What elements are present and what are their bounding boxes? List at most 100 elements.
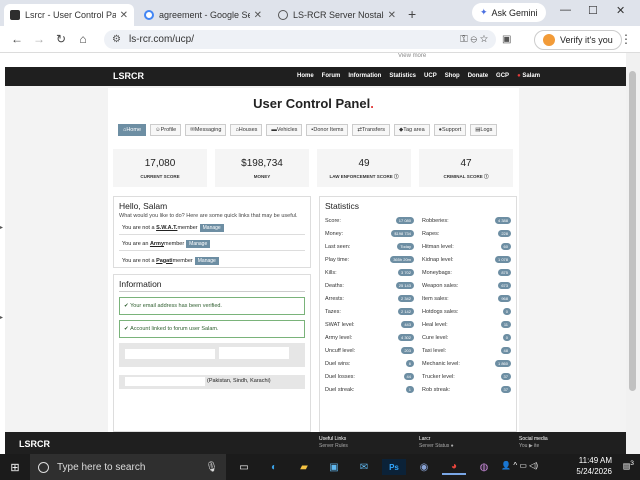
tab-donor-items[interactable]: ▪ Donor Items [306, 124, 349, 136]
minimize-button[interactable]: — [560, 4, 571, 16]
tab-label: Donor Items [313, 127, 344, 133]
scrollbar[interactable] [626, 53, 640, 454]
close-tab-icon[interactable]: ✕ [120, 10, 128, 21]
nav-ucp[interactable]: UCP [424, 73, 437, 79]
bookmark-star-icon[interactable]: ⚿ ⊖ ☆ [460, 34, 488, 45]
tab-nostalgia[interactable]: LS-RCR Server Nostalgia ✕ [272, 4, 402, 26]
reload-icon[interactable]: ↻ [50, 32, 72, 46]
tray-icons[interactable]: 👤 ^ ▭ ◁) [501, 461, 538, 470]
nav-shop[interactable]: Shop [445, 73, 460, 79]
reading-list-icon[interactable]: ▣ [502, 34, 511, 45]
photoshop-icon[interactable]: Ps [382, 459, 406, 475]
stat-key: Hitman level: [422, 243, 454, 250]
tab-logs[interactable]: ▤ Logs [470, 124, 498, 136]
group-name[interactable]: S.W.A.T. [156, 225, 177, 231]
close-tab-icon[interactable]: ✕ [254, 10, 262, 21]
nav-user[interactable]: ● Salam [517, 73, 540, 79]
clock-date[interactable]: 5/24/2026 [576, 467, 612, 476]
tab-vehicles[interactable]: ▬ Vehicles [266, 124, 303, 136]
footer-server-status[interactable]: Server Status ● [419, 443, 454, 449]
nav-home[interactable]: Home [297, 73, 314, 79]
group-name[interactable]: Pagati [156, 258, 173, 264]
nav-gcp[interactable]: GCP [496, 73, 509, 79]
menu-icon[interactable]: ⋮ [620, 32, 632, 46]
stat-row: Cure level: 0 [422, 331, 511, 344]
footer-server-rules[interactable]: Server Rules [319, 443, 348, 449]
ask-gemini-button[interactable]: ✦ Ask Gemini [472, 3, 546, 22]
taskbar-search[interactable]: Type here to search 🎙 [30, 454, 226, 480]
manage-army-button[interactable]: Manage [186, 240, 211, 248]
stat-label: MONEY [253, 174, 271, 179]
stat-pill: 2 142 [397, 308, 414, 315]
scrollbar-thumb[interactable] [629, 71, 636, 391]
alert-text: Your email address has been verified. [130, 303, 222, 309]
site-info-icon[interactable]: ⚙ [112, 34, 121, 45]
mail-icon[interactable]: ✉ [352, 459, 376, 475]
tab-transfers[interactable]: ⇄ Transfers [352, 124, 390, 136]
stat-value: 47 [460, 158, 472, 169]
stat-key: Moneybags: [422, 269, 452, 276]
email-verified-alert: ✔ Your email address has been verified. [119, 297, 305, 315]
stat-row: Score: 17 080 [325, 214, 414, 227]
stat-pill: 0 [502, 308, 511, 315]
manage-pagati-button[interactable]: Manage [194, 256, 219, 265]
url-bar[interactable]: ⚙ ls-rcr.com/ucp/ ⚿ ⊖ ☆ [104, 30, 496, 49]
hello-title: Hello, Salam [119, 201, 168, 211]
row-post: member [164, 241, 185, 247]
stat-pill: 0 [502, 334, 511, 341]
page-viewport: ▸ ▸ View more LSRCR Home Forum Informati… [0, 53, 626, 454]
tab-home[interactable]: ⌂ Home [118, 124, 146, 136]
tab-houses[interactable]: ⌂ Houses [230, 124, 263, 136]
footer-youtube[interactable]: You ▶ ite [519, 443, 539, 449]
gemini-label: Ask Gemini [491, 7, 538, 18]
stat-row: Hitman level: 60 [422, 240, 511, 253]
stat-row: Heal level: 11 [422, 318, 511, 331]
clock-time[interactable]: 11:49 AM [579, 456, 612, 465]
stat-pill: 48 [500, 347, 511, 354]
back-icon[interactable]: ← [6, 32, 28, 46]
tab-messaging[interactable]: ✉ Messaging [185, 124, 227, 136]
view-more-link[interactable]: View more [398, 53, 426, 59]
home-icon[interactable]: ⌂ [72, 32, 94, 46]
edge-icon[interactable]: ◐ [262, 459, 286, 475]
tab-google[interactable]: agreement - Google Search ✕ [138, 4, 268, 26]
windows-start-icon[interactable]: ⊞ [0, 461, 30, 474]
nav-information[interactable]: Information [348, 73, 381, 79]
stat-pill: $198 734 [391, 230, 414, 237]
manage-swat-button[interactable]: Manage [199, 224, 224, 232]
stat-key: Cure level: [422, 334, 449, 341]
forward-icon[interactable]: → [28, 32, 50, 46]
maximize-button[interactable]: ☐ [588, 4, 598, 17]
stat-row: Kills: 3 702 [325, 266, 414, 279]
microphone-icon[interactable]: 🎙 [205, 462, 218, 473]
nav-forum[interactable]: Forum [322, 73, 341, 79]
site-logo[interactable]: LSRCR [113, 71, 144, 81]
tab-support[interactable]: ● Support [433, 124, 467, 136]
store-icon[interactable]: ▣ [322, 459, 346, 475]
tab-profile[interactable]: ☺ Profile [150, 124, 182, 136]
stat-row: Item sales: 968 [422, 292, 511, 305]
task-view-icon[interactable]: ▭ [232, 459, 256, 475]
stat-key: Kidnap level: [422, 256, 454, 263]
group-name[interactable]: Army [150, 241, 164, 247]
close-window-button[interactable]: ✕ [616, 4, 625, 17]
tab-label: Transfers [361, 127, 385, 133]
tab-lsrcr[interactable]: Lsrcr - User Control Panel ✕ [4, 4, 134, 26]
chrome-icon[interactable]: ◕ [442, 459, 466, 475]
globe-icon [278, 10, 288, 20]
close-tab-icon[interactable]: ✕ [388, 10, 396, 21]
app-icon[interactable]: ◉ [412, 459, 436, 475]
stat-row: Uncuff level: 203 [325, 344, 414, 357]
information-card: Information ✔ Your email address has bee… [113, 274, 311, 432]
stat-pill: 875 [498, 269, 511, 276]
stat-key: Kills: [325, 269, 337, 276]
notification-icon[interactable]: ▤3 [623, 460, 634, 471]
new-tab-button[interactable]: + [408, 6, 416, 22]
app-icon[interactable]: ◍ [472, 459, 496, 475]
tab-tag-area[interactable]: ◆ Tag area [393, 124, 430, 136]
nav-donate[interactable]: Donate [468, 73, 488, 79]
stat-current-score: 17,080 CURRENT SCORE [113, 149, 207, 187]
file-explorer-icon[interactable]: ▰ [292, 459, 316, 475]
nav-statistics[interactable]: Statistics [389, 73, 416, 79]
verify-button[interactable]: Verify it's you [534, 30, 622, 50]
